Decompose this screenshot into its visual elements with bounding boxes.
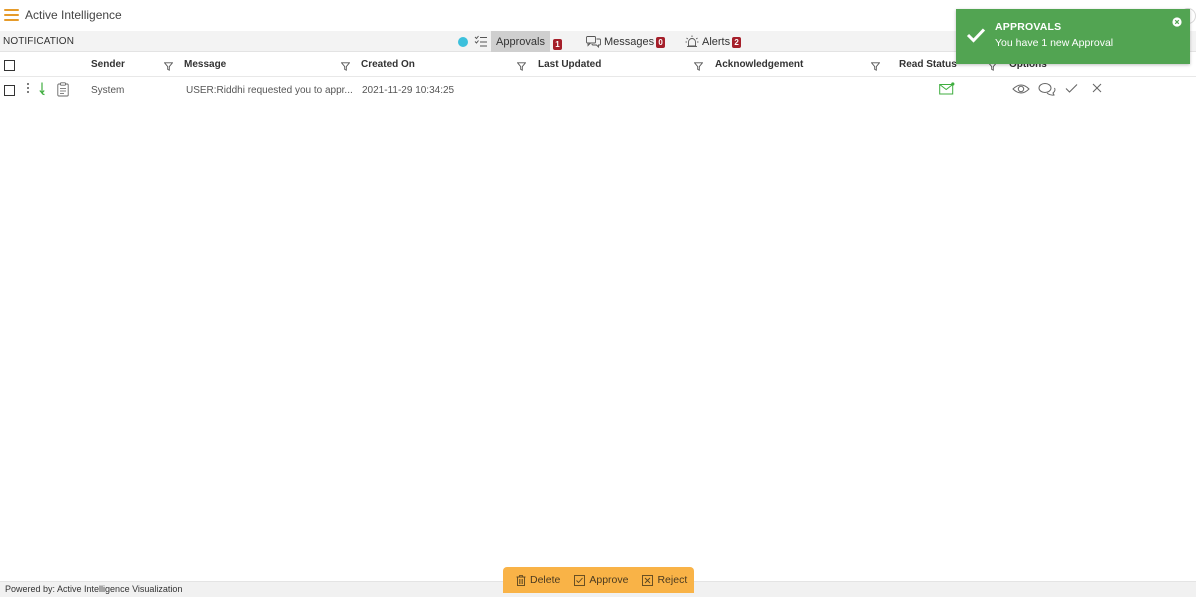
trash-icon [516,574,526,586]
toast-close-icon[interactable] [1172,17,1182,27]
approvals-count-badge: 1 [553,39,562,50]
cell-message[interactable]: USER:Riddhi requested you to appr... [186,85,353,96]
alerts-count-badge: 2 [732,37,742,48]
clipboard-icon[interactable] [57,82,69,97]
column-header-acknowledgement[interactable]: Acknowledgement [715,59,803,70]
tab-approvals[interactable]: Approvals [491,31,550,52]
column-header-last-updated[interactable]: Last Updated [538,59,601,70]
filter-icon[interactable] [871,62,880,71]
row-menu-kebab-icon[interactable] [26,83,30,95]
cell-sender: System [91,85,125,96]
section-label: NOTIFICATION [3,36,75,47]
list-check-icon [474,35,487,47]
app-title: Active Intelligence [25,8,122,22]
cell-created-on: 2021-11-29 10:34:25 [362,85,455,96]
footer-powered-by: Powered by: Active Intelligence Visualiz… [5,584,183,594]
eye-icon[interactable] [1012,82,1030,96]
tab-messages[interactable]: Messages 0 [586,31,666,52]
approve-button-label: Approve [589,574,629,586]
read-envelope-icon [939,82,955,95]
chat-bubbles-icon [586,35,601,48]
tab-alerts-label: Alerts [702,35,731,48]
toast-title: APPROVALS [995,21,1062,33]
bulk-action-bar: Delete Approve Reject [503,567,694,593]
approve-button[interactable]: Approve [574,574,628,586]
column-header-created-on[interactable]: Created On [361,59,415,70]
reject-box-icon [642,574,654,586]
alarm-icon [685,35,699,47]
reject-button[interactable]: Reject [642,574,687,586]
column-header-read-status[interactable]: Read Status [899,59,957,70]
hamburger-menu-icon[interactable] [4,9,19,21]
approve-box-icon [574,574,586,586]
column-header-sender[interactable]: Sender [91,59,125,70]
filter-icon[interactable] [341,62,350,71]
approve-check-icon[interactable] [1065,83,1078,94]
delete-button[interactable]: Delete [516,574,560,586]
messages-count-badge: 0 [656,37,666,48]
tab-messages-label: Messages [604,35,655,48]
select-all-checkbox[interactable] [4,60,15,71]
filter-icon[interactable] [694,62,703,71]
column-header-message[interactable]: Message [184,59,226,70]
comment-icon[interactable] [1038,82,1057,97]
table-row[interactable]: System USER:Riddhi requested you to appr… [0,78,1196,102]
reject-button-label: Reject [657,574,688,586]
tab-approvals-label: Approvals [496,35,545,48]
download-arrow-icon[interactable] [39,82,50,97]
toast-check-icon [966,28,986,43]
row-checkbox[interactable] [4,85,15,96]
approval-toast[interactable]: APPROVALS You have 1 new Approval [956,9,1190,64]
delete-button-label: Delete [530,574,561,586]
status-dot-icon [458,37,468,47]
filter-icon[interactable] [164,62,173,71]
reject-x-icon[interactable] [1092,83,1102,93]
toast-message: You have 1 new Approval [995,37,1114,49]
filter-icon[interactable] [517,62,526,71]
tab-alerts[interactable]: Alerts 2 [685,31,742,52]
